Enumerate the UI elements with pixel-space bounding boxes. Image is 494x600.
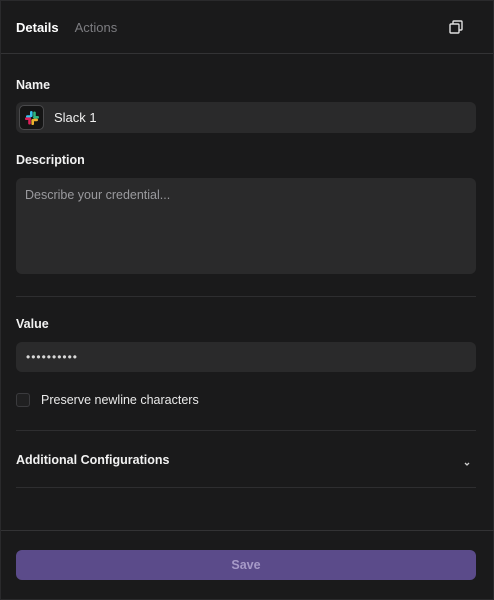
preserve-newlines-row[interactable]: Preserve newline characters — [16, 393, 199, 407]
value-field[interactable]: •••••••••• — [16, 342, 476, 372]
copy-icon[interactable] — [449, 20, 463, 34]
divider — [16, 296, 476, 297]
credential-panel: Details Actions Name Slack 1 Description… — [0, 0, 494, 600]
additional-configurations-toggle[interactable]: Additional Configurations — [16, 451, 476, 469]
description-label: Description — [16, 153, 85, 167]
divider — [16, 430, 476, 431]
value-masked: •••••••••• — [26, 350, 79, 364]
name-label: Name — [16, 78, 51, 92]
description-field[interactable]: Describe your credential... — [16, 178, 476, 274]
preserve-newlines-label[interactable]: Preserve newline characters — [41, 393, 199, 407]
divider — [16, 487, 476, 488]
name-value: Slack 1 — [54, 110, 97, 125]
tab-details[interactable]: Details — [16, 20, 59, 35]
panel-header: Details Actions — [1, 1, 493, 54]
preserve-newlines-checkbox[interactable] — [16, 393, 30, 407]
tab-actions[interactable]: Actions — [75, 20, 118, 35]
save-button[interactable]: Save — [16, 550, 476, 580]
slack-logo-icon — [19, 105, 44, 130]
description-placeholder: Describe your credential... — [25, 188, 171, 202]
footer-divider — [1, 530, 494, 531]
value-label: Value — [16, 317, 49, 331]
name-field[interactable]: Slack 1 — [16, 102, 476, 133]
additional-configurations-label: Additional Configurations — [16, 453, 170, 467]
chevron-down-icon[interactable] — [462, 456, 472, 466]
